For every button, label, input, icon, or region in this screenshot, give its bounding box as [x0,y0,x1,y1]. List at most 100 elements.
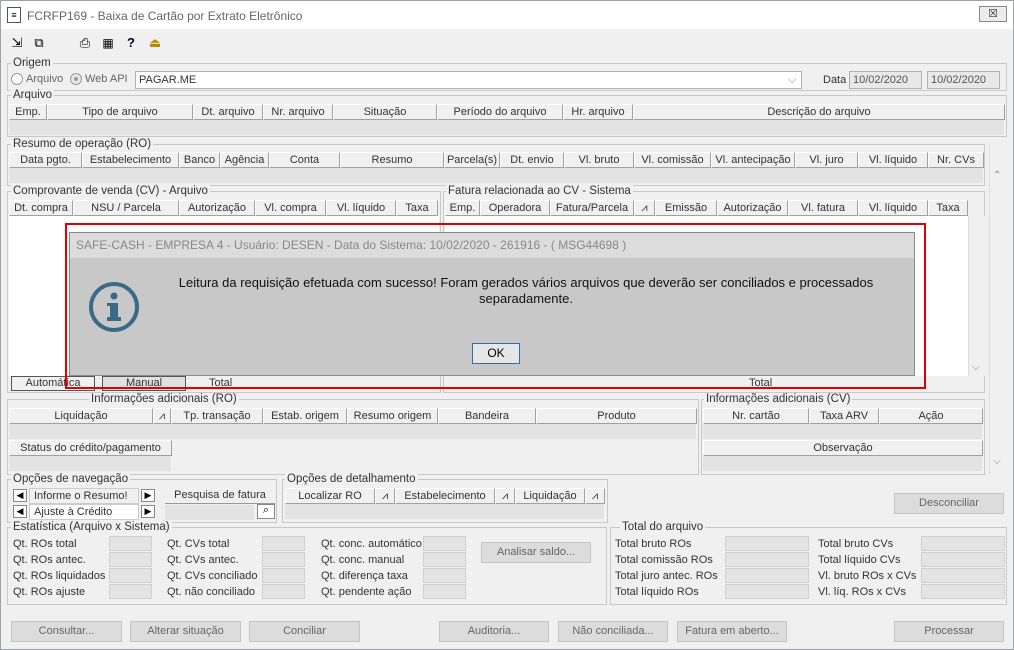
radio-webapi[interactable] [70,73,82,85]
scroll-down-icon[interactable]: ⌵ [993,456,1001,467]
desconciliar-button[interactable]: Desconciliar [894,493,1004,514]
col-parcelas[interactable]: Parcela(s) [444,152,500,168]
chevron-down-icon[interactable]: ⌵ [788,72,796,88]
col-nr-cartao[interactable]: Nr. cartão [703,408,809,424]
col-status-credito[interactable]: Status do crédito/pagamento [9,440,172,456]
pesquisa-fatura-input[interactable] [165,505,255,520]
arrow-icon[interactable]: ⇲ [9,35,25,51]
col-estab-origem[interactable]: Estab. origem [263,408,347,424]
arrow-left-icon[interactable]: ◀ [13,505,27,518]
close-button[interactable]: ☒ [979,6,1007,22]
arquivo-row[interactable] [9,120,1005,135]
col-nr-cvs[interactable]: Nr. CVs [928,152,984,168]
col-descricao[interactable]: Descrição do arquivo [633,104,1005,120]
total-value [921,552,1005,567]
sort-icon[interactable]: ⩘ [585,488,605,504]
col-vl-comissao[interactable]: Vl. comissão [634,152,711,168]
col-emp[interactable]: Emp. [9,104,47,120]
ro-row[interactable] [9,168,984,183]
col-nr-arquivo[interactable]: Nr. arquivo [263,104,333,120]
col-autorizacao[interactable]: Autorização [179,200,255,216]
main-scrollbar[interactable]: ⌃ ⌵ [989,144,1006,474]
col-localizar-ro[interactable]: Localizar RO [285,488,375,504]
conciliar-button[interactable]: Conciliar [249,621,360,642]
col-f-emp[interactable]: Emp. [445,200,480,216]
sort-icon[interactable]: ⩘ [375,488,395,504]
processar-button[interactable]: Processar [894,621,1004,642]
print-icon[interactable]: ⎙ [77,35,93,51]
scroll-up-icon[interactable]: ⌃ [993,170,1001,181]
scroll-down-icon[interactable]: ⌵ [972,362,980,373]
arrow-left-icon[interactable]: ◀ [13,489,27,502]
col-dt-arquivo[interactable]: Dt. arquivo [193,104,263,120]
col-vl-juro[interactable]: Vl. juro [795,152,858,168]
search-icon[interactable]: ⌕ [257,504,275,519]
nao-conciliada-button[interactable]: Não conciliada... [558,621,668,642]
fatura-scrollbar[interactable]: ⌵ [968,216,985,376]
col-acao[interactable]: Ação [879,408,983,424]
stat-label: Qt. diferença taxa [321,570,408,582]
col-dt-envio[interactable]: Dt. envio [500,152,564,168]
sort-icon[interactable]: ⩘ [495,488,515,504]
stat-value [262,568,305,583]
help-icon[interactable]: ? [123,35,139,51]
col-produto[interactable]: Produto [536,408,697,424]
col-situacao[interactable]: Situação [333,104,437,120]
stat-value [423,552,466,567]
origem-select[interactable]: PAGAR.ME ⌵ [135,71,802,89]
col-conta[interactable]: Conta [269,152,340,168]
col-f-operadora[interactable]: Operadora [480,200,550,216]
fatura-aberto-button[interactable]: Fatura em aberto... [677,621,787,642]
restore-icon[interactable]: ⧉ [31,35,47,51]
analisar-saldo-button[interactable]: Analisar saldo... [481,542,591,563]
col-estabelecimento-det[interactable]: Estabelecimento [395,488,495,504]
col-taxa-arv[interactable]: Taxa ARV [809,408,879,424]
sort-icon[interactable]: ⩘ [634,200,655,216]
sort-icon[interactable]: ⩘ [153,408,171,424]
stat-label: Qt. pendente ação [321,586,412,598]
col-banco[interactable]: Banco [179,152,220,168]
col-cv-taxa[interactable]: Taxa [396,200,438,216]
col-resumo[interactable]: Resumo [340,152,444,168]
calculator-icon[interactable]: ▦ [100,35,116,51]
col-f-vl-fatura[interactable]: Vl. fatura [788,200,858,216]
col-tp-transacao[interactable]: Tp. transação [171,408,263,424]
col-liquidacao-det[interactable]: Liquidação [515,488,585,504]
col-f-taxa[interactable]: Taxa [928,200,968,216]
alterar-situacao-button[interactable]: Alterar situação [130,621,241,642]
col-observacao[interactable]: Observação [703,440,983,456]
col-vl-liquido[interactable]: Vl. líquido [858,152,928,168]
arrow-right-icon[interactable]: ▶ [141,489,155,502]
auditoria-button[interactable]: Auditoria... [439,621,549,642]
informe-resumo-field[interactable]: Informe o Resumo! [29,488,139,504]
col-vl-antecipacao[interactable]: Vl. antecipação [711,152,795,168]
detalhamento-row[interactable] [285,504,605,519]
col-data-pgto[interactable]: Data pgto. [9,152,82,168]
info-ro-row[interactable] [9,424,697,439]
col-f-vl-liquido[interactable]: Vl. líquido [858,200,928,216]
col-tipo-arquivo[interactable]: Tipo de arquivo [47,104,193,120]
arrow-right-icon[interactable]: ▶ [141,505,155,518]
col-cv-vl-liquido[interactable]: Vl. líquido [326,200,396,216]
col-f-emissao[interactable]: Emissão [655,200,717,216]
col-vl-bruto[interactable]: Vl. bruto [564,152,634,168]
col-resumo-origem[interactable]: Resumo origem [347,408,438,424]
consultar-button[interactable]: Consultar... [11,621,122,642]
exit-icon[interactable]: ⏏ [147,35,163,51]
col-f-autorizacao[interactable]: Autorização [717,200,788,216]
col-estabelecimento[interactable]: Estabelecimento [82,152,179,168]
col-periodo[interactable]: Período do arquivo [437,104,563,120]
ajuste-credito-select[interactable]: Ajuste à Crédito [29,504,139,520]
col-liquidacao[interactable]: Liquidação [9,408,153,424]
col-agencia[interactable]: Agência [220,152,269,168]
date-start-field[interactable]: 10/02/2020 [849,71,922,89]
col-f-fatura-parcela[interactable]: Fatura/Parcela [550,200,634,216]
radio-arquivo[interactable] [11,73,23,85]
info-cv-row[interactable] [703,424,983,439]
col-vl-compra[interactable]: Vl. compra [255,200,326,216]
date-end-field[interactable]: 10/02/2020 [927,71,1000,89]
col-nsu-parcela[interactable]: NSU / Parcela [73,200,179,216]
col-dt-compra[interactable]: Dt. compra [9,200,73,216]
col-bandeira[interactable]: Bandeira [438,408,536,424]
col-hr-arquivo[interactable]: Hr. arquivo [563,104,633,120]
